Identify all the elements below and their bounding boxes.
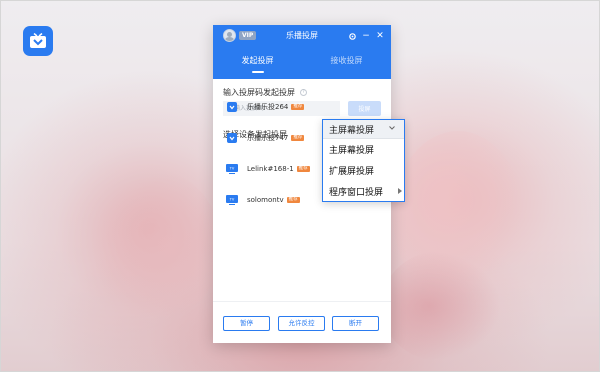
device-name: Lelink#168-1: [247, 164, 294, 173]
disconnect-button[interactable]: 断开: [332, 316, 379, 331]
dropdown-option-extended-screen[interactable]: 扩展屏投屏: [323, 160, 404, 181]
recommend-badge: 推荐: [291, 134, 305, 141]
recommend-badge: 推荐: [291, 103, 305, 110]
dropdown-option-main-screen[interactable]: 主屏幕投屏: [323, 139, 404, 160]
tv-icon: TV: [226, 194, 238, 205]
dropdown-selected-label: 主屏幕投屏: [329, 125, 375, 136]
tab-bar: 发起投屏 接收投屏: [213, 47, 391, 79]
submenu-arrow-icon: [398, 188, 402, 194]
device-item[interactable]: 乐播乐投264 推荐: [213, 91, 391, 122]
dropdown-selected[interactable]: 主屏幕投屏: [323, 120, 404, 139]
minimize-button[interactable]: −: [359, 25, 373, 47]
pause-button[interactable]: 暂停: [223, 316, 270, 331]
svg-text:TV: TV: [229, 166, 235, 170]
bottom-action-bar: 暂停 允许反控 断开: [213, 301, 391, 343]
tv-cast-icon: [30, 33, 46, 48]
recommend-badge: 推荐: [296, 165, 310, 172]
tab-send-cast[interactable]: 发起投屏: [213, 47, 302, 79]
phone-cast-icon: [226, 101, 238, 112]
phone-cast-icon: [226, 132, 238, 143]
device-name: solomontv: [247, 195, 284, 204]
chevron-down-icon: [389, 126, 395, 130]
device-name: 乐播乐投264: [247, 102, 289, 111]
close-button[interactable]: ✕: [373, 25, 387, 47]
device-name: 乐播乐投747: [247, 133, 289, 142]
svg-text:TV: TV: [229, 197, 235, 201]
title-bar: VIP 乐播投屏 − ✕: [213, 25, 391, 47]
tab-receive-cast[interactable]: 接收投屏: [302, 47, 391, 79]
dropdown-option-label: 程序窗口投屏: [329, 188, 384, 198]
gear-icon[interactable]: [345, 25, 359, 47]
dropdown-option-app-window[interactable]: 程序窗口投屏: [323, 181, 404, 202]
recommend-badge: 推荐: [286, 196, 300, 203]
tv-icon: TV: [226, 163, 238, 174]
allow-control-button[interactable]: 允许反控: [278, 316, 325, 331]
cast-mode-dropdown[interactable]: 主屏幕投屏 主屏幕投屏 扩展屏投屏 程序窗口投屏: [322, 119, 405, 202]
desktop-app-icon[interactable]: [23, 26, 53, 56]
